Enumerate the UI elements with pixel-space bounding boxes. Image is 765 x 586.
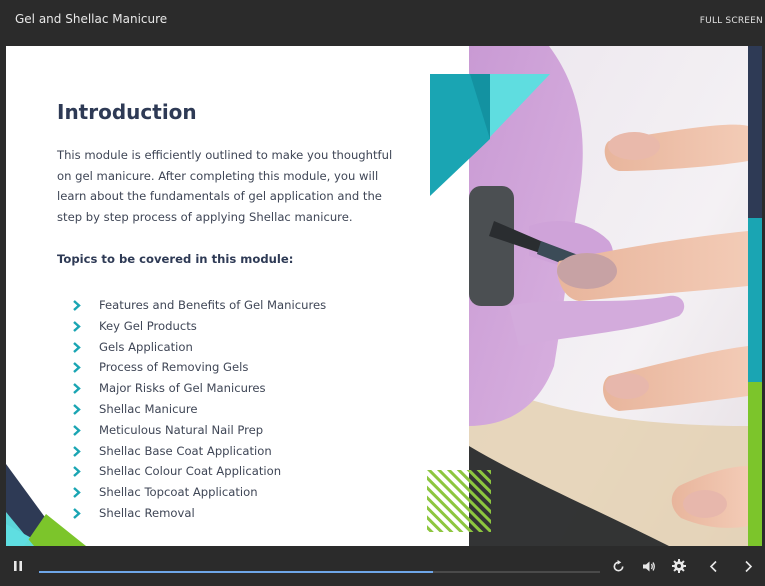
chevron-left-icon [709,560,717,572]
volume-icon [643,561,655,571]
volume-button[interactable] [639,546,659,586]
page-title: Introduction [57,100,197,124]
chevron-right-icon [73,424,81,436]
accent-strip-green [748,382,762,546]
triangle-decoration [430,74,550,196]
chevron-right-icon [73,487,81,499]
chevron-right-icon [73,341,81,353]
accent-strip-teal [748,218,762,382]
list-item: Major Risks of Gel Manicures [72,378,326,399]
list-item: Shellac Base Coat Application [72,441,326,462]
chevron-right-icon [73,362,81,374]
list-item: Shellac Removal [72,503,326,524]
settings-button[interactable] [669,546,689,586]
accent-strip-navy [748,46,762,218]
list-item: Gels Application [72,337,326,358]
chevron-right-icon [73,383,81,395]
replay-button[interactable] [608,546,628,586]
course-title: Gel and Shellac Manicure [15,12,168,26]
accent-strip [748,46,765,546]
replay-icon [613,559,624,571]
pause-button[interactable] [8,546,28,586]
chevron-right-icon [73,300,81,311]
list-item: Key Gel Products [72,316,326,337]
progress-fill [39,571,433,573]
list-item: Shellac Colour Coat Application [72,461,326,482]
list-item: Features and Benefits of Gel Manicures [72,295,326,316]
topics-heading: Topics to be covered in this module: [57,252,294,266]
slide: Introduction This module is efficiently … [6,46,748,546]
fullscreen-button[interactable]: FULL SCREEN [700,16,763,26]
title-bar: Gel and Shellac Manicure FULL SCREEN [0,0,765,46]
pause-icon [14,561,22,571]
gear-icon [672,559,686,573]
chevron-right-icon [73,445,81,457]
chevron-right-icon [73,508,81,519]
chevron-right-icon [73,320,81,332]
next-button[interactable] [738,546,758,586]
list-item: Process of Removing Gels [72,357,326,378]
chevron-right-icon [73,404,81,415]
previous-button[interactable] [703,546,723,586]
list-item: Shellac Manicure [72,399,326,420]
progress-bar[interactable] [39,571,600,573]
chevron-right-icon [73,466,81,478]
list-item: Meticulous Natural Nail Prep [72,420,326,441]
intro-paragraph: This module is efficiently outlined to m… [57,148,393,224]
list-item: Shellac Topcoat Application [72,482,326,503]
stripe-decoration [427,470,491,532]
player-controls [0,546,765,586]
chevron-right-icon [744,560,752,572]
topics-list: Features and Benefits of Gel Manicures K… [72,295,326,524]
